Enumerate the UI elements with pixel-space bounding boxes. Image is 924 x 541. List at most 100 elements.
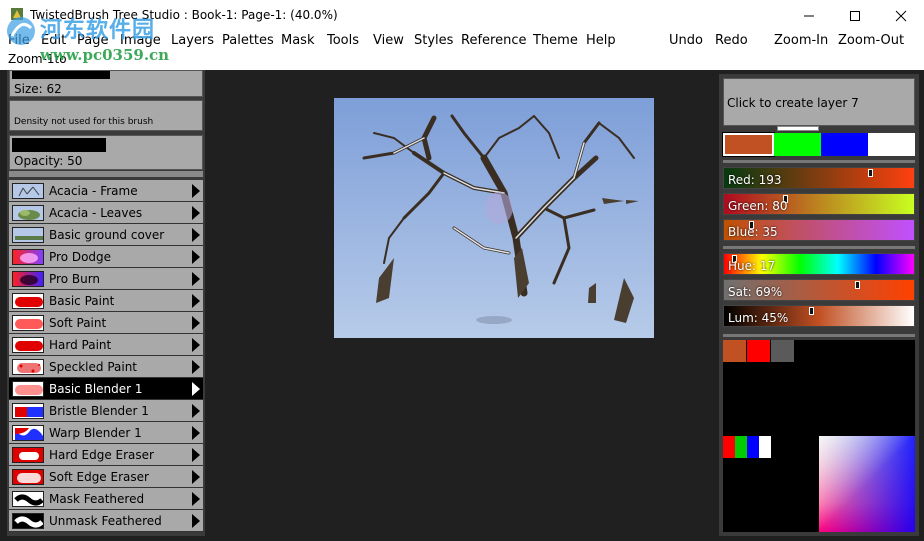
undo-button[interactable]: Undo <box>669 33 703 48</box>
minimize-button[interactable] <box>786 4 832 28</box>
brush-preview-strip <box>9 171 203 177</box>
brush-item[interactable]: Mask Feathered <box>9 488 203 510</box>
arrow-right-icon[interactable] <box>192 315 200 330</box>
menu-view[interactable]: View <box>373 33 404 48</box>
create-layer-button[interactable]: Click to create layer 7 <box>723 78 915 126</box>
arrow-right-icon[interactable] <box>192 425 200 440</box>
hard-edge-eraser-thumb-icon <box>12 446 44 463</box>
brush-item[interactable]: Acacia - Leaves <box>9 202 203 224</box>
brush-name: Acacia - Leaves <box>49 205 143 220</box>
menu-palettes[interactable]: Palettes <box>222 33 274 48</box>
arrow-right-icon[interactable] <box>192 381 200 396</box>
brush-name: Bristle Blender 1 <box>49 403 149 418</box>
brush-item[interactable]: Basic Paint <box>9 290 203 312</box>
brush-item[interactable]: Pro Burn <box>9 268 203 290</box>
redo-button[interactable]: Redo <box>715 33 748 48</box>
lum-slider[interactable]: Lum: 45% <box>723 305 915 327</box>
window-title: TwistedBrush Tree Studio : Book-1: Page-… <box>30 8 338 22</box>
blue-slider[interactable]: Blue: 35 <box>723 219 915 241</box>
maximize-icon <box>850 11 860 21</box>
menu-edit[interactable]: Edit <box>41 33 66 48</box>
painting-canvas[interactable] <box>334 98 654 338</box>
arrow-right-icon[interactable] <box>192 447 200 462</box>
zoom-1to-button[interactable]: Zoom-1to <box>8 52 67 66</box>
brush-name: Soft Paint <box>49 315 107 330</box>
maximize-button[interactable] <box>832 4 878 28</box>
mask-feathered-thumb-icon <box>12 490 44 507</box>
swatch-white[interactable] <box>868 133 915 156</box>
brush-name: Pro Burn <box>49 271 101 286</box>
arrow-right-icon[interactable] <box>192 271 200 286</box>
brush-name: Hard Edge Eraser <box>49 447 154 462</box>
arrow-right-icon[interactable] <box>192 491 200 506</box>
brush-item[interactable]: Speckled Paint <box>9 356 203 378</box>
green-slider[interactable]: Green: 80 <box>723 193 915 215</box>
menu-help[interactable]: Help <box>586 33 616 48</box>
hue-slider[interactable]: Hue: 17 <box>723 253 915 275</box>
brush-item[interactable]: Unmask Feathered <box>9 510 203 532</box>
menu-tools[interactable]: Tools <box>327 33 359 48</box>
brush-item[interactable]: Hard Edge Eraser <box>9 444 203 466</box>
color-picker-square[interactable] <box>819 436 915 532</box>
brush-item[interactable]: Soft Paint <box>9 312 203 334</box>
arrow-right-icon[interactable] <box>192 337 200 352</box>
sat-slider-handle[interactable] <box>855 281 860 289</box>
close-icon <box>895 10 907 22</box>
pro-burn-thumb-icon <box>12 270 44 287</box>
arrow-right-icon[interactable] <box>192 249 200 264</box>
red-slider[interactable]: Red: 193 <box>723 167 915 189</box>
sat-slider[interactable]: Sat: 69% <box>723 279 915 301</box>
brush-name: Basic Paint <box>49 293 115 308</box>
density-slider[interactable]: Density not used for this brush <box>9 100 203 131</box>
opacity-slider[interactable]: Opacity: 50 <box>9 135 203 170</box>
close-button[interactable] <box>878 4 924 28</box>
warp-blender-thumb-icon <box>12 424 44 441</box>
layer-tab[interactable] <box>777 126 819 131</box>
swatch-green[interactable] <box>774 133 821 156</box>
brush-item[interactable]: Bristle Blender 1 <box>9 400 203 422</box>
zoom-out-button[interactable]: Zoom-Out <box>838 33 904 48</box>
red-slider-handle[interactable] <box>868 169 873 177</box>
brush-name: Unmask Feathered <box>49 513 162 528</box>
brush-item[interactable]: Warp Blender 1 <box>9 422 203 444</box>
brush-item[interactable]: Basic ground cover <box>9 224 203 246</box>
palette-swatch[interactable] <box>771 340 794 362</box>
brush-panel: Size: 62 Density not used for this brush… <box>7 70 205 536</box>
brush-item-selected[interactable]: Basic Blender 1 <box>9 378 203 400</box>
size-slider-fill <box>12 71 110 79</box>
arrow-right-icon[interactable] <box>192 183 200 198</box>
palette-swatch[interactable] <box>747 340 770 362</box>
pro-dodge-thumb-icon <box>12 248 44 265</box>
arrow-right-icon[interactable] <box>192 359 200 374</box>
arrow-right-icon[interactable] <box>192 227 200 242</box>
brush-item[interactable]: Soft Edge Eraser <box>9 466 203 488</box>
brush-item[interactable]: Acacia - Frame <box>9 180 203 202</box>
menu-page[interactable]: Page <box>77 33 108 48</box>
swatch-current[interactable] <box>722 132 775 157</box>
arrow-right-icon[interactable] <box>192 205 200 220</box>
brush-name: Soft Edge Eraser <box>49 469 149 484</box>
palette-swatch[interactable] <box>723 340 746 362</box>
color-palette[interactable] <box>723 340 915 532</box>
mini-color-bar[interactable] <box>723 436 771 458</box>
menu-image[interactable]: Image <box>120 33 161 48</box>
brush-item[interactable]: Pro Dodge <box>9 246 203 268</box>
lum-slider-handle[interactable] <box>809 307 814 315</box>
size-slider[interactable]: Size: 62 <box>9 70 203 97</box>
unmask-feathered-thumb-icon <box>12 512 44 529</box>
brush-item[interactable]: Hard Paint <box>9 334 203 356</box>
arrow-right-icon[interactable] <box>192 513 200 528</box>
swatch-blue[interactable] <box>821 133 868 156</box>
menu-file[interactable]: File <box>8 33 30 48</box>
menu-reference[interactable]: Reference <box>461 33 526 48</box>
arrow-right-icon[interactable] <box>192 469 200 484</box>
menu-theme[interactable]: Theme <box>533 33 578 48</box>
arrow-right-icon[interactable] <box>192 403 200 418</box>
red-label: Red: 193 <box>728 173 782 187</box>
menu-layers[interactable]: Layers <box>171 33 214 48</box>
menu-mask[interactable]: Mask <box>281 33 314 48</box>
arrow-right-icon[interactable] <box>192 293 200 308</box>
hard-paint-thumb-icon <box>12 336 44 353</box>
menu-styles[interactable]: Styles <box>414 33 453 48</box>
zoom-in-button[interactable]: Zoom-In <box>774 33 828 48</box>
